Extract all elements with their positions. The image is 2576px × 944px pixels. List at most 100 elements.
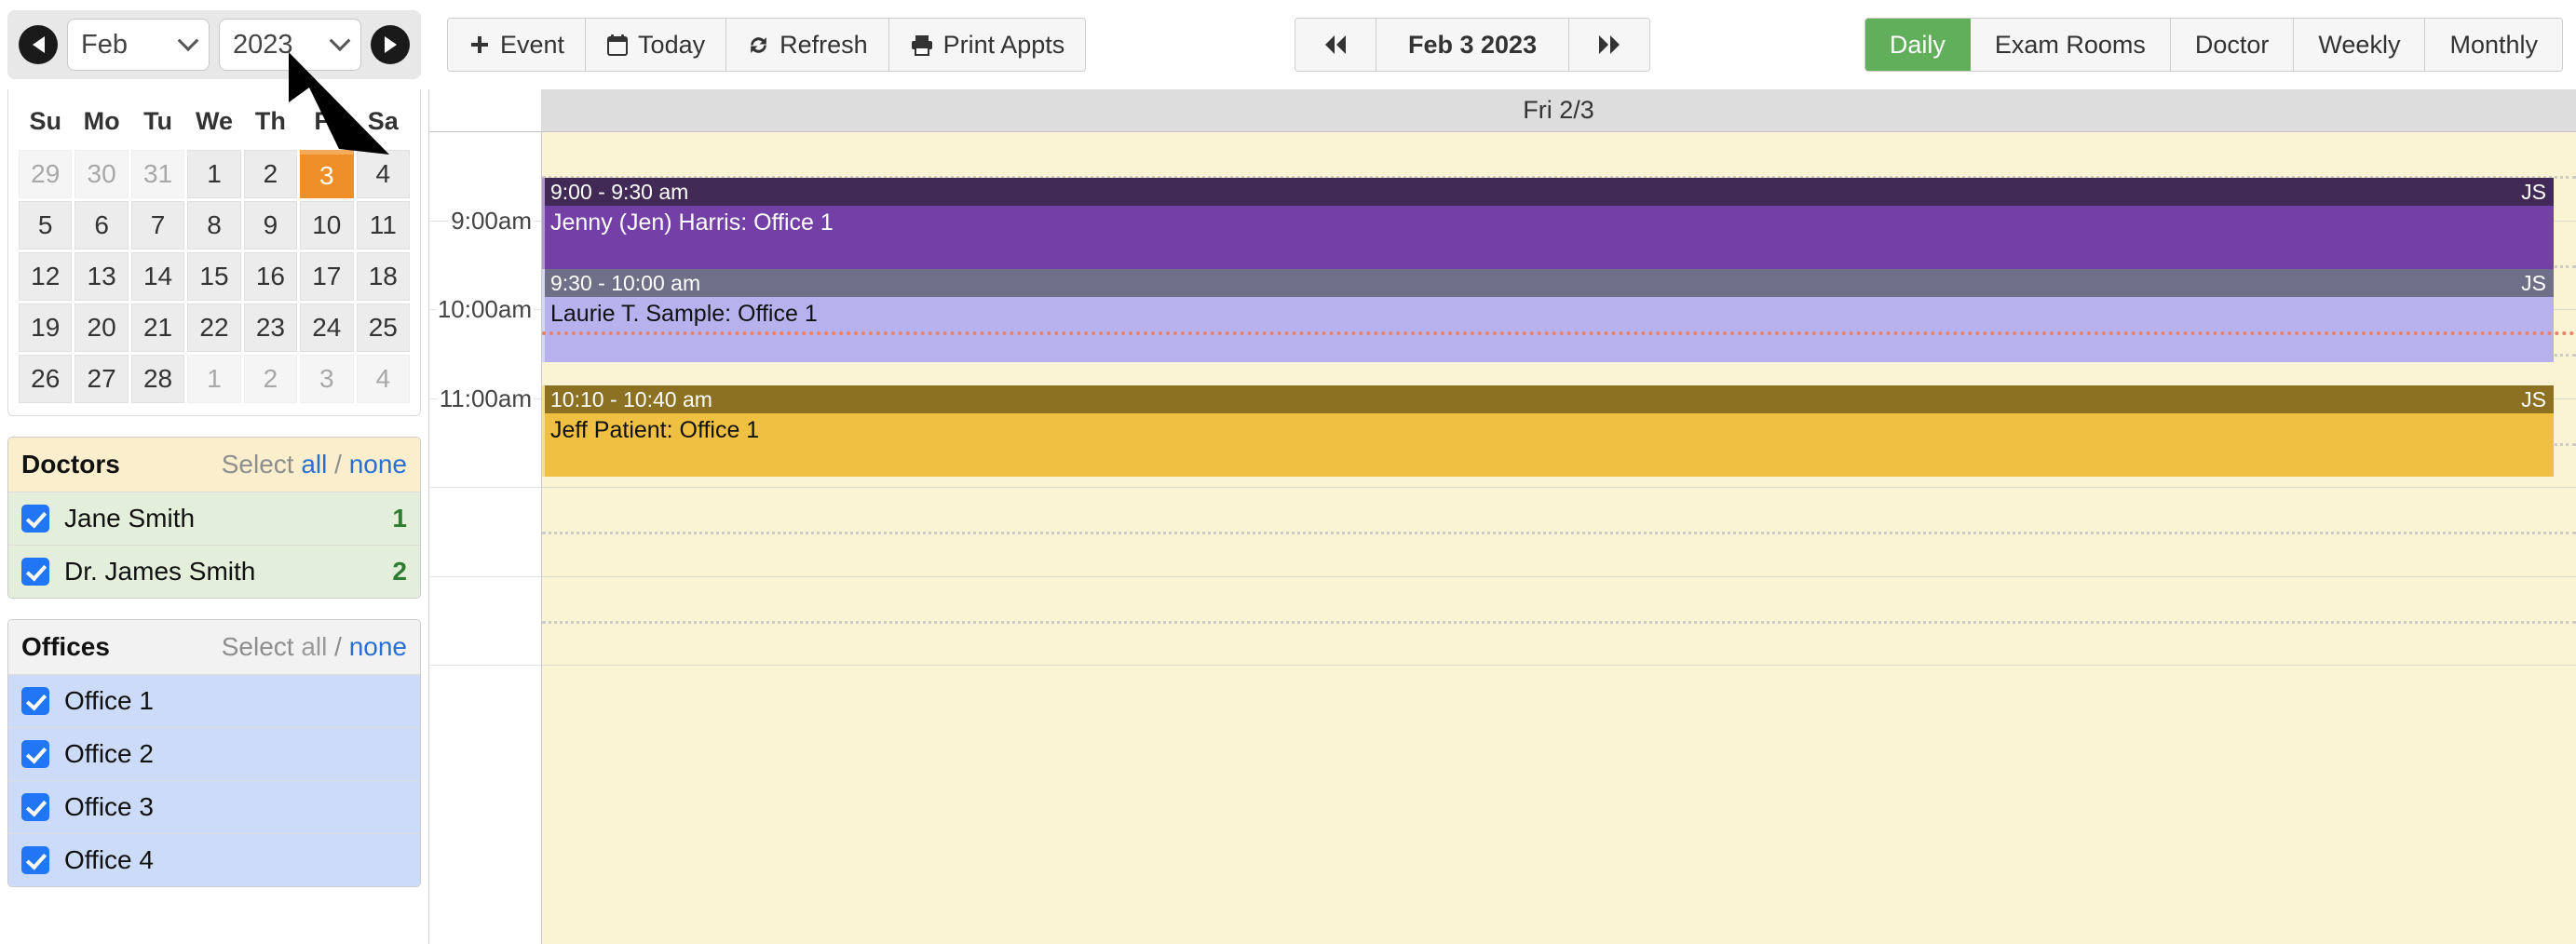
mini-calendar-day[interactable]: 17 — [300, 252, 354, 301]
print-appts-label: Print Appts — [942, 30, 1065, 59]
office-row[interactable]: Office 2 — [8, 727, 420, 780]
mini-calendar-day[interactable]: 31 — [130, 150, 185, 198]
refresh-button[interactable]: Refresh — [726, 19, 889, 71]
appointment-event[interactable]: 9:30 - 10:00 am JS Laurie T. Sample: Offic… — [542, 269, 2554, 362]
mini-calendar-day[interactable]: 18 — [356, 252, 410, 301]
office-row[interactable]: Office 4 — [8, 833, 420, 886]
mini-calendar-day[interactable]: 29 — [19, 150, 73, 198]
mini-calendar-day[interactable]: 13 — [75, 252, 129, 301]
appointment-time: 10:10 - 10:40 am — [550, 386, 712, 411]
mini-calendar-day[interactable]: 21 — [130, 303, 185, 352]
month-select-value: Feb — [81, 29, 128, 60]
mini-calendar-week: 5 6 7 8 9 10 11 — [19, 201, 410, 249]
mini-calendar-day[interactable]: 20 — [75, 303, 129, 352]
appointment-event[interactable]: 10:10 - 10:40 am JS Jeff Patient: Office 1 — [542, 385, 2554, 477]
mini-calendar-day[interactable]: 25 — [356, 303, 410, 352]
office-row[interactable]: Office 3 — [8, 780, 420, 833]
calendar-app: Feb 2023 Event Today Refresh Print Appts… — [0, 0, 2576, 944]
today-button[interactable]: Today — [586, 19, 727, 71]
mini-calendar-day-selected[interactable]: 3 — [300, 150, 354, 198]
mini-calendar-day[interactable]: 10 — [300, 201, 354, 249]
year-select[interactable]: 2023 — [219, 19, 361, 71]
day-column-header: Fri 2/3 — [1523, 96, 1594, 124]
caret-right-icon — [384, 36, 397, 53]
refresh-icon — [747, 34, 770, 57]
doctors-select-all-link[interactable]: all — [301, 450, 327, 479]
doctor-checkbox[interactable] — [21, 505, 49, 533]
calendar-body: 9:00am 10:00am 11:00am 9:00 - 9:30 am JS Jen… — [429, 132, 2576, 944]
add-event-label: Event — [500, 30, 565, 59]
mini-calendar-day[interactable]: 1 — [187, 150, 241, 198]
mini-calendar-day[interactable]: 14 — [130, 252, 185, 301]
tab-doctor[interactable]: Doctor — [2170, 19, 2295, 71]
tab-exam-rooms[interactable]: Exam Rooms — [1970, 19, 2171, 71]
mini-calendar-day[interactable]: 26 — [19, 355, 73, 403]
doctor-row[interactable]: Dr. James Smith 2 — [8, 545, 420, 598]
next-month-button[interactable] — [371, 25, 410, 64]
mini-calendar-day[interactable]: 7 — [130, 201, 185, 249]
mini-calendar: Su Mo Tu We Th Fr Sa 29 30 31 1 2 3 4 5 6 7 8 9 10 11 12 13 14… — [7, 89, 421, 416]
offices-select-none-link[interactable]: none — [349, 632, 407, 661]
mini-calendar-day[interactable]: 16 — [243, 252, 298, 301]
tab-daily[interactable]: Daily — [1864, 19, 1971, 71]
mini-calendar-day[interactable]: 2 — [243, 150, 298, 198]
doctor-row[interactable]: Jane Smith 1 — [8, 492, 420, 545]
grid-hour-slot[interactable] — [542, 488, 2576, 577]
office-checkbox[interactable] — [21, 687, 49, 715]
office-label: Office 1 — [64, 686, 154, 715]
mini-calendar-day[interactable]: 24 — [300, 303, 354, 352]
current-date-label[interactable]: Feb 3 2023 — [1376, 19, 1570, 71]
doctors-panel-title: Doctors — [21, 450, 120, 479]
tab-monthly[interactable]: Monthly — [2425, 19, 2562, 71]
mini-calendar-day[interactable]: 30 — [75, 150, 129, 198]
mini-calendar-day[interactable]: 23 — [243, 303, 298, 352]
print-appts-button[interactable]: Print Appts — [888, 19, 1086, 71]
tab-weekly[interactable]: Weekly — [2294, 19, 2426, 71]
mini-calendar-day[interactable]: 19 — [19, 303, 73, 352]
offices-select-separator: / — [334, 632, 342, 661]
office-checkbox[interactable] — [21, 846, 49, 874]
doctors-list: Jane Smith 1 Dr. James Smith 2 — [8, 492, 420, 598]
mini-calendar-day[interactable]: 1 — [187, 355, 241, 403]
doctors-panel-header: Doctors Select all / none — [8, 438, 420, 492]
mini-calendar-days: 29 30 31 1 2 3 4 5 6 7 8 9 10 11 12 13 14 15 16 17 18 19 20 21 2… — [19, 150, 410, 403]
time-gutter: 9:00am 10:00am 11:00am — [429, 132, 541, 944]
mini-calendar-day[interactable]: 3 — [300, 355, 354, 403]
mini-calendar-day[interactable]: 15 — [187, 252, 241, 301]
offices-select-all-link[interactable]: all — [301, 632, 327, 661]
office-checkbox[interactable] — [21, 740, 49, 768]
office-checkbox[interactable] — [21, 793, 49, 821]
appointment-event[interactable]: 9:00 - 9:30 am JS Jenny (Jen) Harris: Offi… — [542, 178, 2554, 269]
appointment-doctor-initials: JS — [2521, 179, 2546, 204]
mini-calendar-day[interactable]: 12 — [19, 252, 73, 301]
doctors-panel: Doctors Select all / none Jane Smith 1 Dr.… — [7, 437, 421, 599]
office-label: Office 4 — [64, 845, 154, 874]
mini-calendar-day[interactable]: 4 — [356, 355, 410, 403]
mini-calendar-day[interactable]: 4 — [356, 150, 410, 198]
mini-calendar-day[interactable]: 2 — [243, 355, 298, 403]
mini-calendar-day[interactable]: 6 — [75, 201, 129, 249]
appointment-doctor-initials: JS — [2521, 270, 2546, 295]
prev-day-button[interactable] — [1295, 19, 1376, 71]
grid-hour-slot[interactable] — [542, 577, 2576, 666]
appointment-title: Laurie T. Sample: Office 1 — [550, 301, 818, 327]
mini-calendar-day[interactable]: 5 — [19, 201, 73, 249]
month-select[interactable]: Feb — [67, 19, 210, 71]
chevron-down-icon — [329, 30, 351, 52]
mini-calendar-day[interactable]: 9 — [243, 201, 298, 249]
prev-month-button[interactable] — [19, 25, 58, 64]
mini-calendar-day[interactable]: 28 — [130, 355, 185, 403]
day-grid[interactable]: 9:00 - 9:30 am JS Jenny (Jen) Harris: Offi… — [541, 132, 2576, 944]
mini-calendar-day[interactable]: 11 — [356, 201, 410, 249]
next-day-button[interactable] — [1569, 19, 1650, 71]
doctors-select-none-link[interactable]: none — [349, 450, 407, 479]
mini-calendar-day[interactable]: 8 — [187, 201, 241, 249]
mini-calendar-day[interactable]: 27 — [75, 355, 129, 403]
appointment-time: 9:30 - 10:00 am — [550, 270, 701, 295]
add-event-button[interactable]: Event — [448, 19, 587, 71]
mini-calendar-day[interactable]: 22 — [187, 303, 241, 352]
mini-calendar-week: 12 13 14 15 16 17 18 — [19, 252, 410, 301]
office-row[interactable]: Office 1 — [8, 674, 420, 727]
doctor-checkbox[interactable] — [21, 558, 49, 586]
time-gutter-slot — [429, 577, 541, 666]
